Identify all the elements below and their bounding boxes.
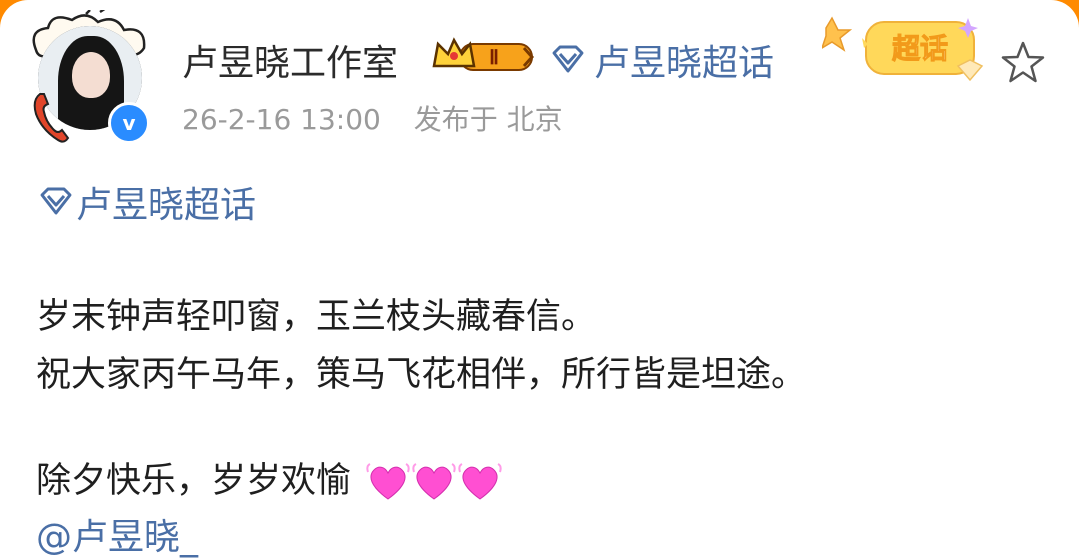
weibo-post-card: v 卢昱晓工作室 Ⅱ 卢昱晓超话 26-2-16 13:00 发布于 北京 超话 [0, 0, 1079, 560]
heart-icon [458, 463, 502, 500]
favorite-star-button[interactable] [1000, 40, 1046, 86]
post-text-line-3-text: 除夕快乐，岁岁欢愉 [36, 461, 352, 501]
post-text-line-2: 祝大家丙午马年，策马飞花相伴，所行皆是坦途。 [36, 355, 807, 395]
supertopic-sticker[interactable]: 超话 [822, 14, 992, 90]
author-avatar-frame[interactable]: v [28, 10, 158, 144]
diamond-icon [40, 187, 72, 215]
post-text-line-3: 除夕快乐，岁岁欢愉 [36, 452, 502, 503]
phone-decoration-icon [33, 93, 70, 143]
supertopic-header-label: 卢昱晓超话 [594, 43, 775, 84]
user-mention-link[interactable]: @卢昱晓_ [36, 508, 198, 560]
post-meta: 26-2-16 13:00 发布于 北京 [182, 98, 587, 138]
heart-icon [412, 463, 456, 500]
sticker-label: 超话 [892, 32, 948, 65]
star-icon [1001, 41, 1045, 83]
supertopic-header-link[interactable]: 卢昱晓超话 [548, 34, 774, 86]
heart-icon [366, 463, 410, 500]
crown-level-badge[interactable]: Ⅱ [430, 36, 538, 76]
post-location: 发布于 北京 [413, 103, 563, 136]
level-numeral: Ⅱ [489, 47, 499, 69]
topic-tag-label: 卢昱晓超话 [76, 185, 257, 226]
heart-emoji-group [366, 462, 502, 502]
sparkle-star-icon [822, 16, 853, 52]
post-timestamp: 26-2-16 13:00 [182, 103, 381, 136]
topic-tag-link[interactable]: 卢昱晓超话 [36, 176, 256, 228]
verified-badge-icon: v [108, 102, 150, 144]
post-text-line-1: 岁末钟声轻叩窗，玉兰枝头藏春信。 [36, 297, 597, 337]
author-name[interactable]: 卢昱晓工作室 [182, 34, 398, 86]
avatar-face [72, 52, 110, 98]
diamond-icon [552, 45, 584, 73]
